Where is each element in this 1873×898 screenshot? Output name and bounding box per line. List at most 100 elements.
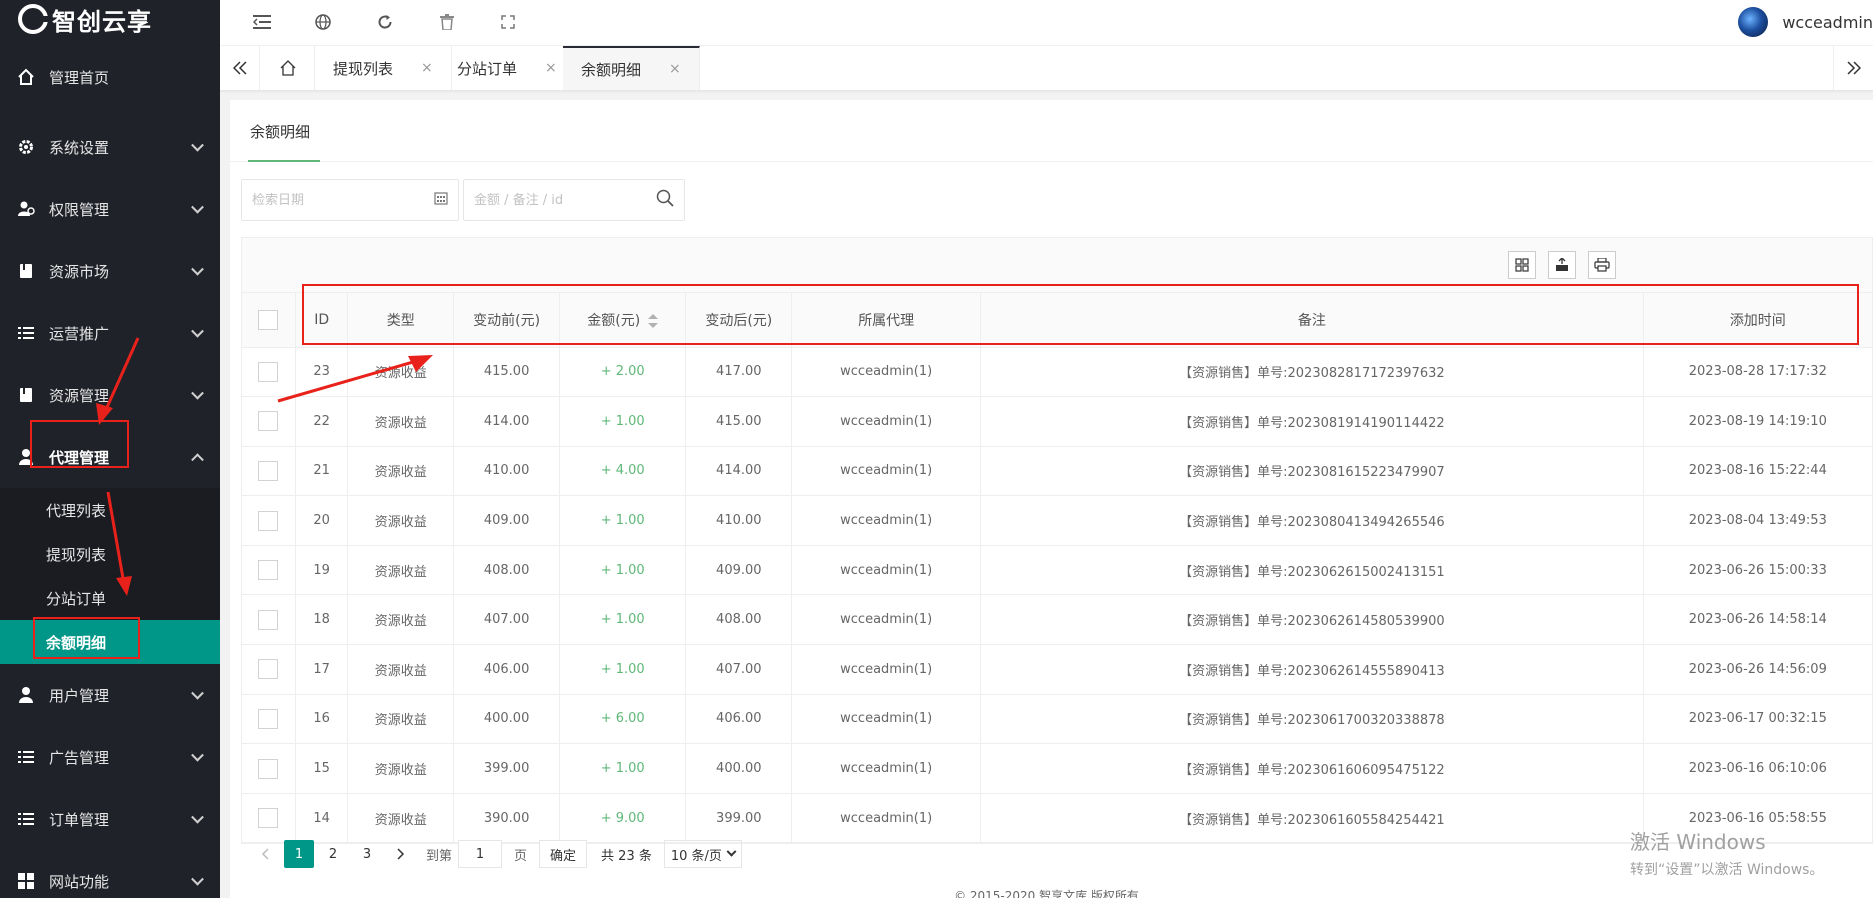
main-content: 余额明细 检索日期 金额 / 备注 / id ID 类型 变动前(元) 金额(元…: [230, 100, 1873, 898]
goto-page-input[interactable]: [458, 840, 503, 868]
fullscreen-icon[interactable]: [494, 8, 522, 36]
table-row[interactable]: 16 资源收益 400.00 + 6.00 406.00 wcceadmin(1) 【资源销…: [242, 694, 1872, 745]
row-checkbox[interactable]: [258, 510, 279, 531]
tab-home-icon[interactable]: [261, 46, 315, 90]
submenu-item-substation-orders[interactable]: 分站订单: [0, 576, 220, 620]
sidebar-item-ad-management[interactable]: 广告管理: [0, 726, 220, 788]
row-checkbox[interactable]: [258, 659, 279, 680]
sidebar-item-site-functions[interactable]: 网站功能: [0, 850, 220, 898]
table-cell: 【资源销售】单号:2023061700320338878: [980, 694, 1644, 745]
sort-icon[interactable]: [648, 313, 659, 328]
list-icon: [16, 747, 36, 767]
sidebar-item-order-management[interactable]: 订单管理: [0, 788, 220, 850]
logo-mark-icon: [18, 4, 48, 34]
table-cell: 【资源销售】单号:2023062614580539900: [980, 594, 1644, 646]
date-search-field[interactable]: [241, 179, 459, 221]
column-header[interactable]: ID: [295, 293, 349, 348]
close-icon[interactable]: ×: [669, 61, 681, 77]
row-checkbox[interactable]: [258, 609, 279, 630]
row-checkbox[interactable]: [258, 411, 279, 432]
column-header-amount[interactable]: 金额(元): [559, 293, 687, 348]
row-checkbox[interactable]: [258, 560, 279, 581]
table-row[interactable]: 20 资源收益 409.00 + 1.00 410.00 wcceadmin(1) 【资源销…: [242, 495, 1872, 546]
columns-filter-icon[interactable]: [1508, 251, 1536, 279]
page-button[interactable]: 3: [352, 840, 382, 868]
sidebar-item-label: 订单管理: [49, 810, 110, 829]
tab-substation-orders[interactable]: 分站订单 ×: [439, 46, 576, 90]
close-icon[interactable]: ×: [421, 60, 433, 76]
row-checkbox[interactable]: [258, 808, 279, 829]
table-row[interactable]: 15 资源收益 399.00 + 1.00 400.00 wcceadmin(1) 【资源销…: [242, 743, 1872, 794]
goto-confirm-button[interactable]: 确定: [539, 840, 588, 868]
column-header[interactable]: 备注: [980, 293, 1644, 348]
user-menu[interactable]: wcceadmin: [1738, 6, 1873, 38]
calendar-icon[interactable]: [434, 191, 448, 209]
table-cell: 20: [295, 495, 349, 546]
table-row[interactable]: 19 资源收益 408.00 + 1.00 409.00 wcceadmin(1) 【资源销…: [242, 545, 1872, 596]
sidebar-item-resource-management[interactable]: 资源管理: [0, 364, 220, 426]
row-select-cell: [242, 793, 296, 844]
column-header[interactable]: 类型: [347, 293, 455, 348]
table-cell: 2023-06-26 15:00:33: [1643, 545, 1872, 596]
column-header[interactable]: 所属代理: [791, 293, 982, 348]
submenu-item-balance-details[interactable]: 余额明细: [0, 620, 220, 664]
sidebar-item-resource-market[interactable]: 资源市场: [0, 240, 220, 302]
home-icon: [16, 67, 36, 87]
page-button[interactable]: 2: [318, 840, 348, 868]
page-size-select[interactable]: 10 条/页: [663, 840, 742, 868]
prev-page-icon[interactable]: [250, 840, 280, 868]
row-checkbox[interactable]: [258, 361, 279, 382]
column-header[interactable]: 变动前(元): [453, 293, 561, 348]
row-checkbox[interactable]: [258, 460, 279, 481]
select-all-cell: [242, 293, 296, 348]
submenu-item-agent-list[interactable]: 代理列表: [0, 488, 220, 532]
search-icon[interactable]: [656, 189, 674, 211]
table-row[interactable]: 17 资源收益 406.00 + 1.00 407.00 wcceadmin(1) 【资源销…: [242, 644, 1872, 695]
row-checkbox[interactable]: [258, 708, 279, 729]
table-cell: 资源收益: [347, 594, 455, 646]
sidebar-item-user-management[interactable]: 用户管理: [0, 664, 220, 726]
tab-label: 余额明细: [581, 60, 642, 79]
submenu-item-withdraw-list[interactable]: 提现列表: [0, 532, 220, 576]
sidebar-item-operations[interactable]: 运营推广: [0, 302, 220, 364]
next-page-icon[interactable]: [386, 840, 416, 868]
sidebar: 智创云享 管理首页 系统设置 权限管理 资源市场 运营推广 资源管理 代理管理 …: [0, 0, 220, 898]
date-search-input[interactable]: [252, 192, 428, 208]
table-row[interactable]: 22 资源收益 414.00 + 1.00 415.00 wcceadmin(1) 【资源销…: [242, 396, 1872, 447]
row-select-cell: [242, 347, 296, 398]
sidebar-item-permissions[interactable]: 权限管理: [0, 178, 220, 240]
sidebar-item-agent-management[interactable]: 代理管理: [0, 426, 220, 488]
table-cell: 2023-06-17 00:32:15: [1643, 694, 1872, 745]
book-icon: [16, 385, 36, 405]
sidebar-item-home[interactable]: 管理首页: [0, 38, 220, 116]
table-row[interactable]: 18 资源收益 407.00 + 1.00 408.00 wcceadmin(1) 【资源销…: [242, 594, 1872, 646]
select-all-checkbox[interactable]: [258, 309, 279, 330]
keyword-search-input[interactable]: [474, 192, 650, 208]
print-icon[interactable]: [1588, 251, 1616, 279]
table-cell: 2023-08-28 17:17:32: [1643, 347, 1872, 398]
title-underline: [248, 160, 320, 162]
tabs-scroll-left-icon[interactable]: [220, 46, 260, 90]
table-cell: + 1.00: [559, 396, 687, 447]
refresh-icon[interactable]: [371, 8, 399, 36]
close-icon[interactable]: ×: [545, 60, 557, 76]
column-header[interactable]: 变动后(元): [685, 293, 793, 348]
page-button[interactable]: 1: [284, 840, 314, 868]
collapse-menu-icon[interactable]: [248, 8, 276, 36]
export-icon[interactable]: [1548, 251, 1576, 279]
table-row[interactable]: 14 资源收益 390.00 + 9.00 399.00 wcceadmin(1) 【资源销…: [242, 793, 1872, 844]
row-checkbox[interactable]: [258, 758, 279, 779]
sidebar-item-system-settings[interactable]: 系统设置: [0, 116, 220, 178]
chevron-down-icon: [191, 200, 204, 214]
table-row[interactable]: 21 资源收益 410.00 + 4.00 414.00 wcceadmin(1) 【资源销…: [242, 446, 1872, 497]
globe-icon[interactable]: [309, 8, 337, 36]
column-header[interactable]: 添加时间: [1643, 293, 1872, 348]
keyword-search-field[interactable]: [463, 179, 685, 221]
table-row[interactable]: 23 资源收益 415.00 + 2.00 417.00 wcceadmin(1) 【资源销…: [242, 347, 1872, 398]
tabs-scroll-right-icon[interactable]: [1833, 46, 1873, 90]
tab-balance-details[interactable]: 余额明细 ×: [563, 46, 700, 90]
tab-withdraw-list[interactable]: 提现列表 ×: [315, 46, 452, 90]
brand-name: 智创云享: [52, 7, 152, 36]
list-icon: [16, 809, 36, 829]
trash-icon[interactable]: [433, 8, 461, 36]
